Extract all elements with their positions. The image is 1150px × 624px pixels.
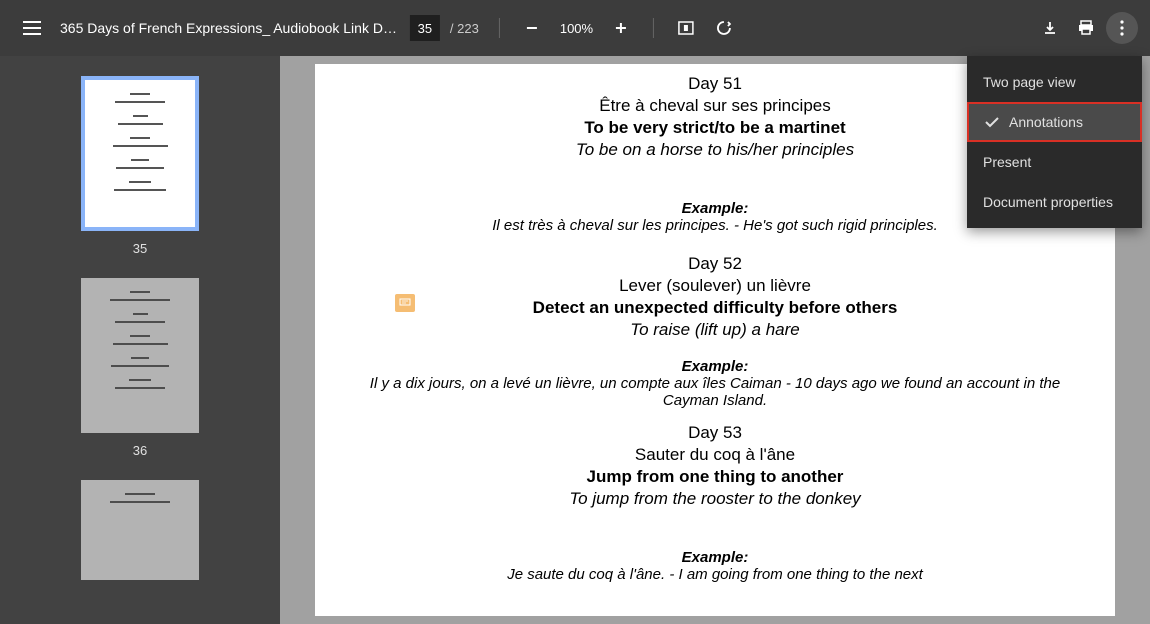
example-block: Example: Je saute du coq à l'âne. - I am… xyxy=(355,549,1075,583)
thumbnail-35[interactable]: 35 xyxy=(81,76,199,256)
check-icon xyxy=(985,117,999,128)
toolbar-center: / 223 100% xyxy=(410,12,740,44)
thumbnail-sidebar: 35 36 xyxy=(0,56,280,624)
menu-annotations[interactable]: Annotations xyxy=(967,102,1142,142)
more-options-menu: Two page view Annotations Present Docume… xyxy=(967,56,1142,228)
separator xyxy=(653,18,654,38)
entry-french: Sauter du coq à l'âne xyxy=(355,445,1075,465)
document-title: 365 Days of French Expressions_ Audioboo… xyxy=(60,20,400,36)
download-icon[interactable] xyxy=(1034,12,1066,44)
menu-present[interactable]: Present xyxy=(967,142,1142,182)
zoom-level: 100% xyxy=(560,21,593,36)
menu-label: Document properties xyxy=(983,194,1113,210)
fit-page-icon[interactable] xyxy=(670,12,702,44)
rotate-icon[interactable] xyxy=(708,12,740,44)
entry-literal: To jump from the rooster to the donkey xyxy=(355,489,1075,509)
thumbnail-36[interactable]: 36 xyxy=(81,278,199,458)
hamburger-menu-icon[interactable] xyxy=(12,8,52,48)
example-text: Il y a dix jours, on a levé un lièvre, u… xyxy=(355,375,1075,409)
menu-label: Annotations xyxy=(1009,114,1083,130)
entry-english: Jump from one thing to another xyxy=(355,467,1075,487)
example-label: Example: xyxy=(355,358,1075,375)
menu-two-page-view[interactable]: Two page view xyxy=(967,62,1142,102)
menu-document-properties[interactable]: Document properties xyxy=(967,182,1142,222)
print-icon[interactable] xyxy=(1070,12,1102,44)
zoom-in-icon[interactable] xyxy=(605,12,637,44)
example-label: Example: xyxy=(355,549,1075,566)
annotation-comment-icon[interactable] xyxy=(395,294,415,312)
toolbar-right xyxy=(1034,12,1138,44)
example-text: Je saute du coq à l'âne. - I am going fr… xyxy=(355,566,1075,583)
menu-label: Present xyxy=(983,154,1031,170)
zoom-out-icon[interactable] xyxy=(516,12,548,44)
menu-label: Two page view xyxy=(983,74,1076,90)
thumbnail-label: 36 xyxy=(133,443,147,458)
thumbnail-label: 35 xyxy=(133,241,147,256)
entry-day: Day 53 xyxy=(355,423,1075,443)
entry-literal: To raise (lift up) a hare xyxy=(355,320,1075,340)
entry-day-52: Day 52 Lever (soulever) un lièvre Detect… xyxy=(355,254,1075,340)
separator xyxy=(499,18,500,38)
thumbnail-37[interactable] xyxy=(81,480,199,580)
entry-french: Lever (soulever) un lièvre xyxy=(355,276,1075,296)
entry-day-53: Day 53 Sauter du coq à l'âne Jump from o… xyxy=(355,423,1075,509)
more-options-icon[interactable] xyxy=(1106,12,1138,44)
entry-english: Detect an unexpected difficulty before o… xyxy=(355,298,1075,318)
page-number-input[interactable] xyxy=(410,15,440,41)
toolbar: 365 Days of French Expressions_ Audioboo… xyxy=(0,0,1150,56)
page-total-label: / 223 xyxy=(450,21,479,36)
example-block: Example: Il y a dix jours, on a levé un … xyxy=(355,358,1075,409)
entry-day: Day 52 xyxy=(355,254,1075,274)
